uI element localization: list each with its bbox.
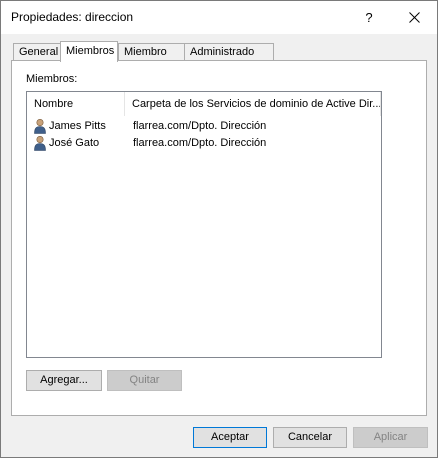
close-button[interactable] [391, 1, 437, 34]
user-icon [34, 118, 46, 134]
properties-dialog: Propiedades: direccion ? General Miembro… [0, 0, 438, 458]
cancel-button[interactable]: Cancelar [273, 427, 347, 448]
member-folder: flarrea.com/Dpto. Dirección [133, 120, 267, 132]
list-item[interactable]: James Pitts flarrea.com/Dpto. Dirección [27, 118, 381, 135]
member-name: James Pitts [49, 120, 106, 132]
add-member-button[interactable]: Agregar... [26, 370, 102, 391]
help-button[interactable]: ? [351, 1, 387, 34]
ok-button[interactable]: Aceptar [193, 427, 267, 448]
remove-member-button[interactable]: Quitar [107, 370, 182, 391]
column-header-name[interactable]: Nombre [27, 92, 125, 116]
window-title: Propiedades: direccion [11, 10, 134, 24]
column-header-folder[interactable]: Carpeta de los Servicios de dominio de A… [125, 92, 381, 116]
tab-general[interactable]: General [13, 43, 61, 60]
title-bar: Propiedades: direccion ? [1, 1, 437, 34]
member-folder: flarrea.com/Dpto. Dirección [133, 137, 267, 149]
members-label: Miembros: [26, 73, 78, 85]
member-name: José Gato [49, 137, 100, 149]
tab-managed-by[interactable]: Administrado por [184, 43, 274, 75]
close-icon [408, 12, 420, 23]
user-icon [34, 135, 46, 151]
apply-button[interactable]: Aplicar [353, 427, 428, 448]
tab-members[interactable]: Miembros [60, 41, 118, 62]
members-list[interactable]: Nombre Carpeta de los Servicios de domin… [26, 91, 382, 358]
tab-member-of[interactable]: Miembro de [118, 43, 185, 75]
list-item[interactable]: José Gato flarrea.com/Dpto. Dirección [27, 135, 381, 152]
members-tab-panel: Miembros: Nombre Carpeta de los Servicio… [11, 60, 427, 416]
